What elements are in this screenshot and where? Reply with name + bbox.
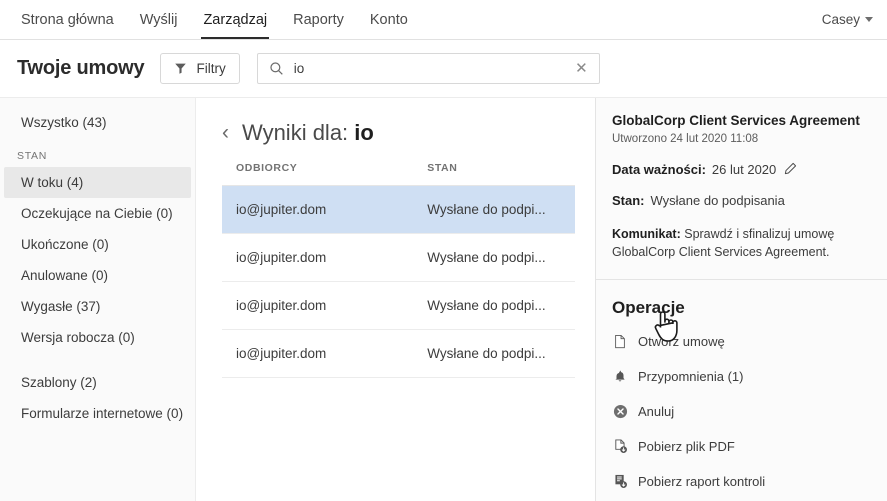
chevron-down-icon	[865, 17, 873, 22]
nav-item-label: Wyślij	[139, 11, 178, 28]
download-pdf-icon	[612, 439, 628, 455]
sidebar-group-status: STAN	[17, 150, 48, 162]
expiry-row: Data ważności: 26 lut 2020	[612, 145, 871, 177]
nav-item-label: Raporty	[293, 11, 344, 28]
nav-item-label: Strona główna	[21, 11, 114, 28]
search-icon	[269, 61, 285, 77]
nav-item-home[interactable]: Strona główna	[8, 0, 127, 39]
message-row: Komunikat: Sprawdź i sfinalizuj umowę Gl…	[612, 208, 871, 261]
nav-item-send[interactable]: Wyślij	[127, 0, 191, 39]
status-label: Stan:	[612, 193, 645, 208]
table-row[interactable]: io@jupiter.dom Wysłane do podpi...	[222, 281, 575, 330]
operation-label: Pobierz raport kontroli	[638, 474, 766, 490]
search-box[interactable]: io ✕	[256, 53, 600, 84]
sidebar-item-label: Wygasłe (37)	[21, 299, 101, 314]
nav-item-account[interactable]: Konto	[357, 0, 421, 39]
page-title: Twoje umowy	[17, 57, 145, 79]
operations-title: Operacje	[612, 298, 685, 318]
close-icon[interactable]: ✕	[573, 61, 590, 76]
operation-cancel[interactable]: Anuluj	[612, 394, 871, 429]
column-header-recipients[interactable]: ODBIORCY	[222, 162, 424, 186]
results-title-prefix: Wyniki dla:	[242, 120, 349, 145]
results-title: Wyniki dla: io	[242, 120, 374, 146]
top-navigation-bar: Strona główna Wyślij Zarządzaj Raporty K…	[0, 0, 887, 40]
cell-recipient: io@jupiter.dom	[222, 185, 424, 234]
bell-icon	[612, 369, 628, 385]
sidebar: Wszystko (43) STAN W toku (4) Oczekujące…	[0, 98, 196, 501]
table-row[interactable]: io@jupiter.dom Wysłane do podpi...	[222, 233, 575, 282]
main-content: ‹ Wyniki dla: io ODBIORCY STAN io@jupite…	[196, 98, 595, 501]
document-icon	[612, 334, 628, 350]
table-header: ODBIORCY STAN	[222, 162, 575, 186]
table-body: io@jupiter.dom Wysłane do podpi... io@ju…	[222, 185, 575, 378]
sidebar-item-label: Oczekujące na Ciebie (0)	[21, 206, 173, 221]
page-header: Twoje umowy Filtry io ✕	[0, 40, 887, 98]
column-header-status[interactable]: STAN	[423, 162, 575, 186]
sidebar-item-label: Wersja robocza (0)	[21, 330, 135, 345]
results-header: ‹ Wyniki dla: io	[222, 98, 575, 162]
nav-item-label: Konto	[369, 11, 408, 28]
download-report-icon	[612, 474, 628, 490]
operation-label: Otwórz umowę	[638, 334, 725, 350]
operation-label: Anuluj	[638, 404, 675, 420]
expiry-label: Data ważności:	[612, 161, 706, 177]
chevron-left-icon[interactable]: ‹	[222, 122, 229, 143]
operation-open-agreement[interactable]: Otwórz umowę	[612, 324, 871, 359]
cell-status: Wysłane do podpi...	[423, 281, 575, 330]
sidebar-item-web-forms[interactable]: Formularze internetowe (0)	[4, 398, 191, 429]
table-row[interactable]: io@jupiter.dom Wysłane do podpi...	[222, 329, 575, 378]
cancel-circle-icon	[612, 404, 628, 420]
app-window: Strona główna Wyślij Zarządzaj Raporty K…	[0, 0, 887, 501]
search-input[interactable]: io	[294, 61, 564, 76]
nav-item-manage[interactable]: Zarządzaj	[190, 0, 280, 39]
sidebar-item-all[interactable]: Wszystko (43)	[4, 107, 191, 138]
filters-button[interactable]: Filtry	[160, 53, 240, 84]
sidebar-item-label: Wszystko (43)	[21, 115, 107, 130]
expiry-value: 26 lut 2020	[711, 161, 777, 177]
cell-status: Wysłane do podpi...	[423, 233, 575, 282]
results-title-query: io	[354, 120, 374, 145]
agreement-title: GlobalCorp Client Services Agreement	[612, 113, 860, 128]
table-row[interactable]: io@jupiter.dom Wysłane do podpi...	[222, 185, 575, 234]
cell-recipient: io@jupiter.dom	[222, 329, 424, 378]
sidebar-item-label: Szablony (2)	[21, 375, 97, 390]
operation-label: Przypomnienia (1)	[638, 369, 744, 385]
cell-status: Wysłane do podpi...	[423, 329, 575, 378]
operation-label: Pobierz plik PDF	[638, 439, 735, 455]
agreements-table: ODBIORCY STAN io@jupiter.dom Wysłane do …	[222, 162, 575, 378]
sidebar-item-expired[interactable]: Wygasłe (37)	[4, 291, 191, 322]
sidebar-item-completed[interactable]: Ukończone (0)	[4, 229, 191, 260]
sidebar-item-label: Anulowane (0)	[21, 268, 109, 283]
status-value: Wysłane do podpisania	[650, 193, 785, 208]
sidebar-item-in-progress[interactable]: W toku (4)	[4, 167, 191, 198]
sidebar-item-waiting-for-you[interactable]: Oczekujące na Ciebie (0)	[4, 198, 191, 229]
body-container: Wszystko (43) STAN W toku (4) Oczekujące…	[0, 98, 887, 501]
agreement-created-date: Utworzono 24 lut 2020 11:08	[612, 133, 759, 145]
operation-reminders[interactable]: Przypomnienia (1)	[612, 359, 871, 394]
sidebar-item-cancelled[interactable]: Anulowane (0)	[4, 260, 191, 291]
sidebar-item-draft[interactable]: Wersja robocza (0)	[4, 322, 191, 353]
nav-item-label: Zarządzaj	[203, 11, 268, 28]
detail-panel: GlobalCorp Client Services Agreement Utw…	[595, 98, 887, 501]
operation-download-audit-report[interactable]: Pobierz raport kontroli	[612, 464, 871, 499]
sidebar-item-label: W toku (4)	[21, 175, 84, 190]
table-header-row: ODBIORCY STAN	[222, 162, 575, 186]
user-menu-label: Casey	[821, 12, 860, 27]
funnel-icon	[172, 61, 188, 77]
nav-item-reports[interactable]: Raporty	[280, 0, 357, 39]
message-label: Komunikat:	[612, 227, 681, 241]
filters-button-label: Filtry	[196, 61, 226, 76]
cell-recipient: io@jupiter.dom	[222, 281, 424, 330]
sidebar-item-label: Formularze internetowe (0)	[21, 406, 184, 421]
sidebar-item-templates[interactable]: Szablony (2)	[4, 367, 191, 398]
cell-status: Wysłane do podpi...	[423, 185, 575, 234]
user-menu[interactable]: Casey	[812, 0, 887, 39]
sidebar-item-label: Ukończone (0)	[21, 237, 109, 252]
status-row: Stan: Wysłane do podpisania	[612, 177, 871, 208]
operation-download-pdf[interactable]: Pobierz plik PDF	[612, 429, 871, 464]
cell-recipient: io@jupiter.dom	[222, 233, 424, 282]
pencil-icon[interactable]	[782, 161, 798, 177]
